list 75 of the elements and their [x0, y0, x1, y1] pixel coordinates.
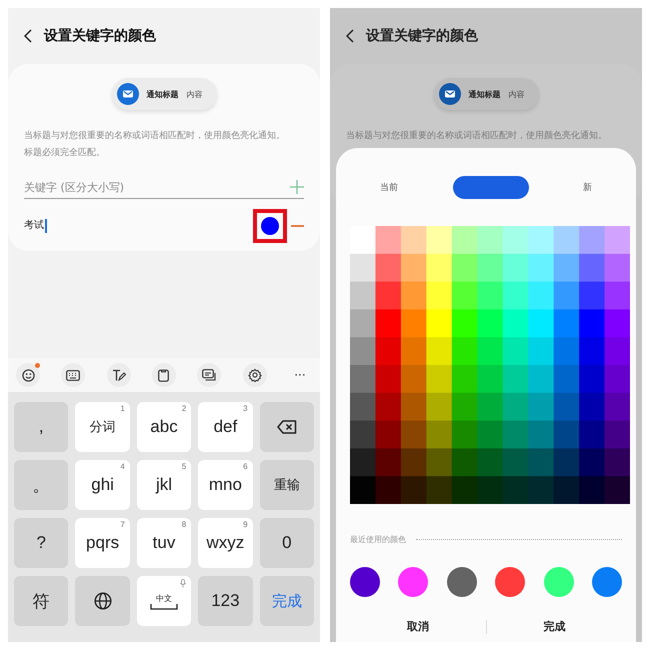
space-bar-icon [150, 604, 178, 610]
keyboard-key[interactable]: , [14, 402, 68, 452]
key-hint: 7 [120, 520, 125, 529]
keyboard-key[interactable]: ? [14, 518, 68, 568]
key-hint: 1 [120, 404, 125, 413]
description-text: 标题必须完全匹配。 [24, 146, 105, 160]
recent-colors-label: 最近使用的颜色 [350, 534, 406, 545]
recent-color-swatch[interactable] [350, 567, 380, 597]
key-hint: 3 [243, 404, 248, 413]
globe-icon [94, 592, 112, 610]
keyword-input[interactable]: 关键字 (区分大小写) [24, 180, 290, 194]
color-palette-drawing[interactable] [350, 226, 630, 504]
keyboard-key[interactable]: tuv 8 [136, 518, 192, 568]
cancel-button[interactable]: 取消 [350, 615, 486, 638]
keyboard-icon [66, 370, 80, 380]
key-hint: 8 [182, 520, 186, 529]
preview-content: 内容 [508, 88, 524, 100]
mail-icon [438, 83, 460, 105]
recent-color-swatch[interactable] [398, 567, 428, 597]
done-button[interactable]: 完成 [486, 615, 622, 638]
recent-color-swatch[interactable] [544, 567, 574, 597]
key-label: 中文 [156, 592, 172, 604]
recent-color-swatch[interactable] [446, 567, 477, 597]
description-text: 当标题与对您很重要的名称或词语相匹配时，使用颜色亮化通知。 [24, 130, 285, 143]
handwriting-button[interactable] [106, 363, 131, 387]
keyboard-key[interactable]: 符 [14, 576, 68, 626]
keyboard-key[interactable]: 重输 [260, 460, 314, 510]
key-hint: 4 [120, 462, 125, 471]
keyword-text[interactable]: 考试 [24, 219, 47, 233]
microphone-icon [180, 579, 186, 588]
text-pen-icon [112, 368, 126, 382]
mail-icon [116, 83, 138, 105]
keyboard-key[interactable]: mno 6 [198, 460, 253, 510]
back-icon[interactable] [346, 29, 354, 43]
key-hint: 9 [243, 520, 248, 529]
back-icon[interactable] [24, 29, 32, 43]
keyboard-key[interactable]: jkl 5 [136, 460, 192, 510]
color-swatch-button[interactable] [253, 209, 287, 243]
settings-icon [248, 368, 262, 382]
keyboard-button[interactable] [61, 363, 86, 387]
space-key[interactable]: 中文 [136, 576, 192, 626]
language-key[interactable] [75, 576, 130, 626]
keyboard-key[interactable]: 。 [14, 460, 68, 510]
recent-color-swatch[interactable] [592, 567, 622, 597]
settings-button[interactable] [242, 363, 267, 387]
keyboard-key[interactable]: 123 [198, 576, 253, 626]
keyboard-key[interactable]: 0 [260, 518, 314, 568]
key-hint: 5 [182, 462, 186, 471]
key-hint: 6 [243, 462, 248, 471]
new-label: 新 [583, 182, 592, 194]
preview-content: 内容 [186, 88, 202, 100]
recent-color-swatch[interactable] [495, 567, 526, 597]
screen-title: 设置关键字的颜色 [44, 27, 156, 45]
keyboard-key[interactable]: ghi 4 [75, 460, 130, 510]
keyboard-key[interactable]: def 3 [198, 402, 253, 452]
keyboard-key[interactable]: wxyz 9 [198, 518, 253, 568]
preview-title: 通知标题 [146, 88, 178, 100]
backspace-icon [276, 420, 297, 434]
remove-icon[interactable] [291, 224, 304, 228]
keyboard-key[interactable]: abc 2 [136, 402, 192, 452]
clipboard-icon [158, 368, 170, 382]
cards-button[interactable] [197, 363, 222, 387]
key-hint: 2 [182, 404, 186, 413]
current-label: 当前 [380, 182, 398, 194]
clipboard-button[interactable] [152, 363, 176, 387]
screen-icon [202, 369, 216, 381]
backspace-key[interactable] [260, 402, 314, 452]
description-text: 当标题与对您很重要的名称或词语相匹配时，使用颜色亮化通知。 [346, 130, 607, 143]
keyboard-key[interactable]: pqrs 7 [75, 518, 130, 568]
smiley-icon [22, 368, 34, 382]
keyboard-key[interactable]: 分词 1 [75, 402, 130, 452]
emoji-button[interactable] [16, 363, 40, 387]
more-button[interactable]: ··· [288, 363, 312, 387]
preview-title: 通知标题 [468, 88, 500, 100]
screen-title: 设置关键字的颜色 [366, 27, 478, 45]
